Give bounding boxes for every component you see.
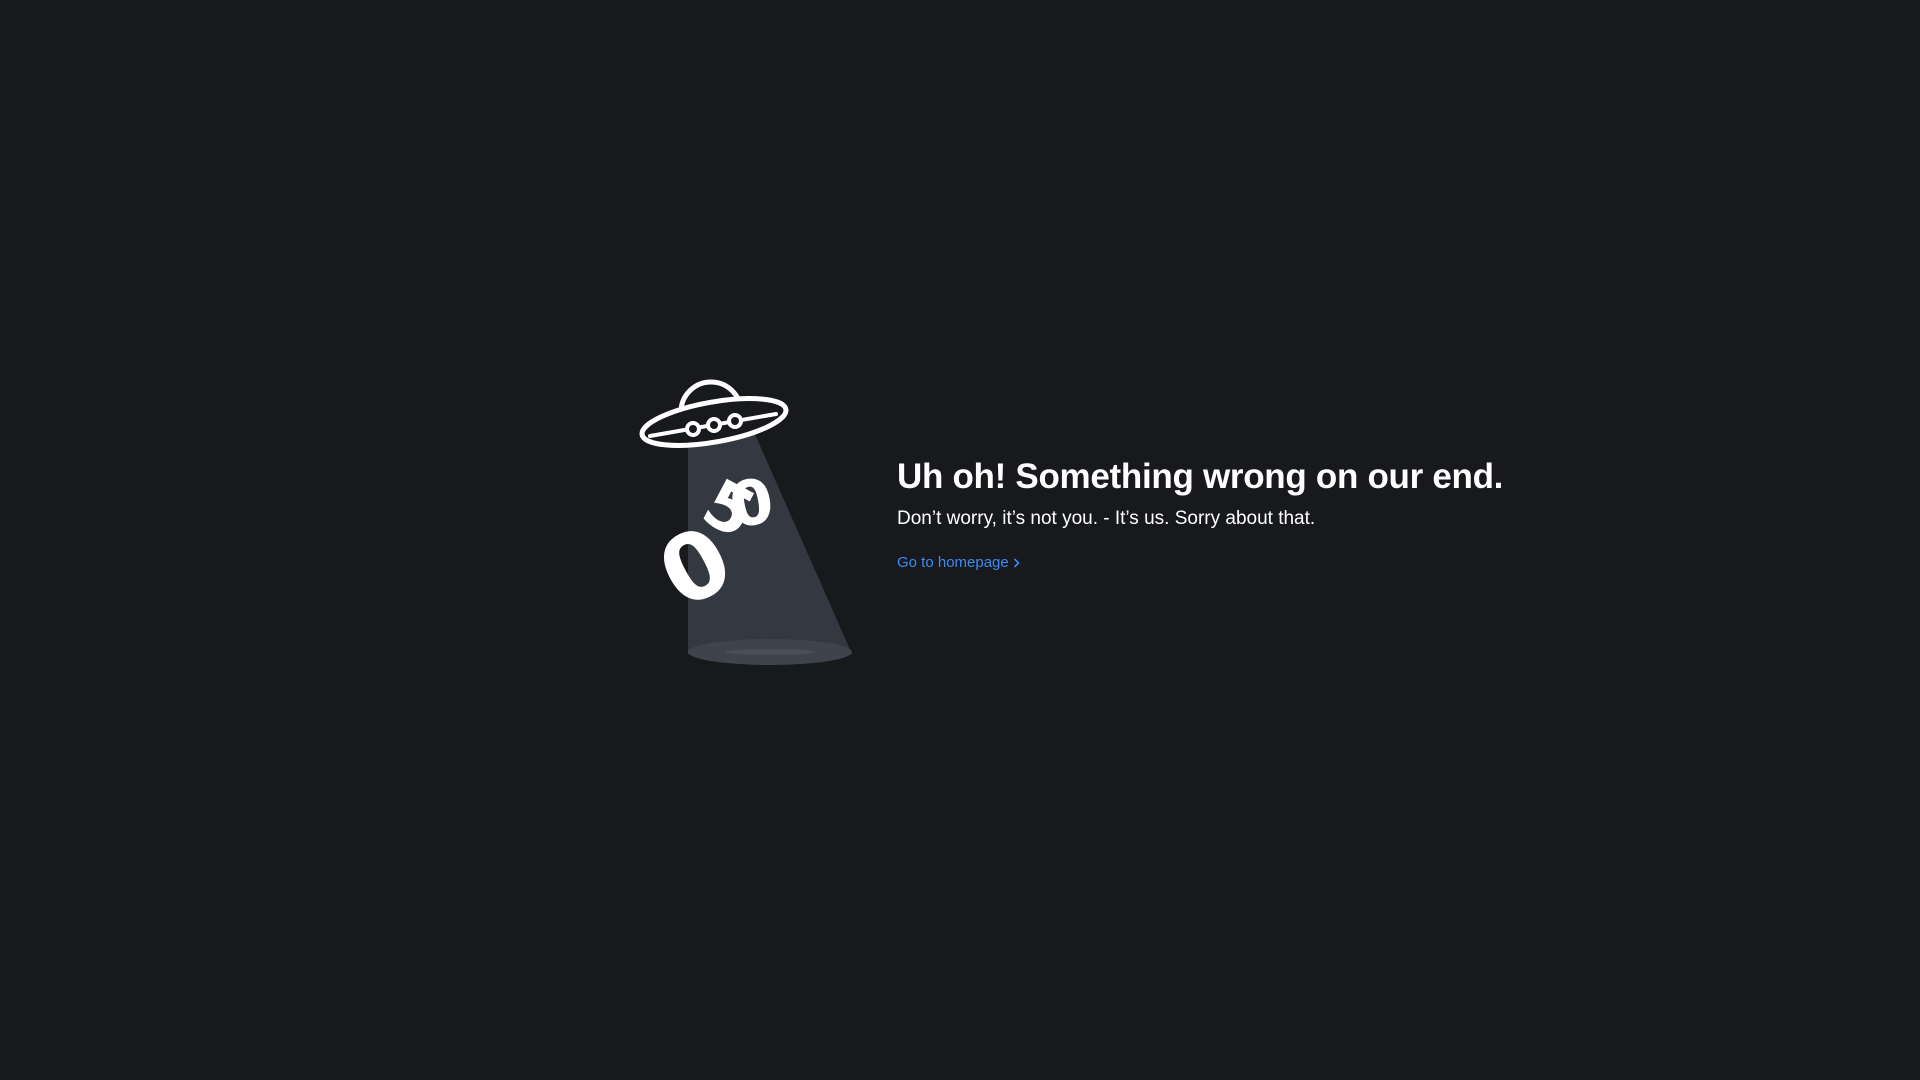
ufo-window-2 [706,417,722,433]
error-message: Uh oh! Something wrong on our end. Don’t… [897,454,1597,573]
error-subtitle: Don’t worry, it’s not you. - It’s us. So… [897,508,1316,529]
chevron-right-icon [1013,558,1020,568]
beam-base-highlight [725,649,815,655]
ufo-window-3 [727,413,743,429]
ufo-window-1 [685,421,701,437]
error-page: 5 0 0 Uh oh! Something wrong on our end.… [0,0,1920,1080]
go-to-homepage-label: Go to homepage [897,554,1009,571]
page-title: Uh oh! Something wrong on our end. [897,457,1504,496]
go-to-homepage-link[interactable]: Go to homepage [897,553,1021,573]
ufo-icon: 5 0 0 [639,379,852,665]
ufo-500-illustration: 5 0 0 [636,370,856,670]
